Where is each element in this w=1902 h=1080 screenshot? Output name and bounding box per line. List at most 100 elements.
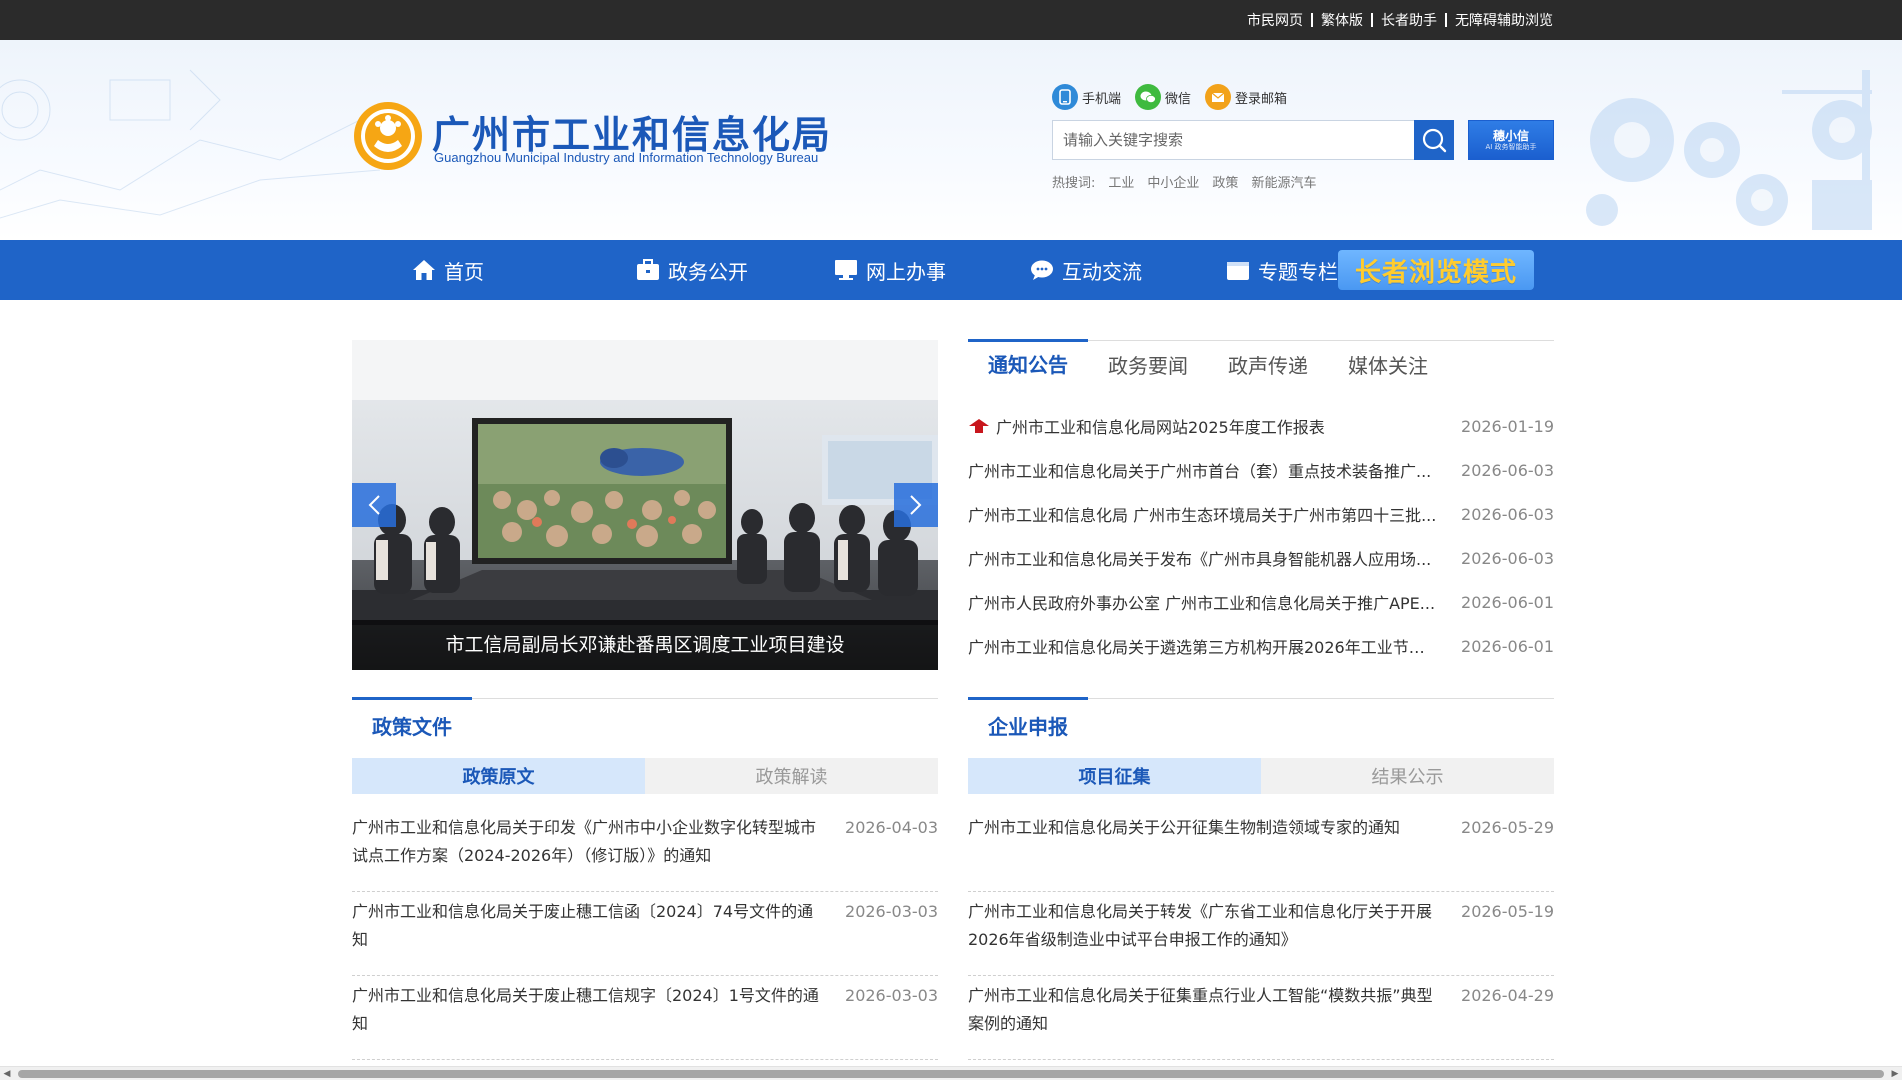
scroll-left-icon[interactable]: ◀: [0, 1067, 14, 1080]
list-item[interactable]: 广州市工业和信息化局 广州市生态环境局关于广州市第四十三批... 2026-06…: [968, 492, 1554, 536]
list-item[interactable]: 广州市工业和信息化局关于遴选第三方机构开展2026年工业节能... 2026-0…: [968, 624, 1554, 668]
carousel-caption[interactable]: 市工信局副局长邓谦赴番禺区调度工业项目建设: [352, 620, 938, 670]
chevron-right-icon: [910, 495, 922, 515]
news-title: 广州市工业和信息化局关于广州市首台（套）重点技术装备推广...: [968, 458, 1438, 482]
nav-government-affairs[interactable]: 政务公开: [592, 240, 792, 300]
site-header: 广州市工业和信息化局 Guangzhou Municipal Industry …: [0, 40, 1902, 240]
divider: [1371, 13, 1373, 27]
header-decoration-gears: [1586, 70, 1872, 230]
tab-notices[interactable]: 通知公告: [968, 339, 1088, 385]
citizen-page-link[interactable]: 市民网页: [1247, 10, 1303, 30]
wechat-icon: [1135, 84, 1162, 110]
carousel-prev-button[interactable]: [352, 483, 396, 527]
enterprise-tabs: 项目征集 结果公示: [968, 758, 1554, 794]
carousel-next-button[interactable]: [894, 483, 938, 527]
scroll-right-icon[interactable]: ▶: [1888, 1067, 1902, 1080]
news-title-text: 广州市工业和信息化局关于广州市首台（套）重点技术装备推广...: [968, 462, 1432, 481]
list-item[interactable]: 广州市工业和信息化局关于公开征集生物制造领域专家的通知 2026-05-29: [968, 808, 1554, 892]
hot-search-words: 热搜词: 工业 中小企业 政策 新能源汽车: [1052, 172, 1316, 191]
enterprise-section-title[interactable]: 企业申报: [988, 711, 1068, 740]
tab-project-collection[interactable]: 项目征集: [968, 758, 1261, 794]
mail-login-link[interactable]: 登录邮箱: [1205, 84, 1287, 110]
site-logo[interactable]: 广州市工业和信息化局 Guangzhou Municipal Industry …: [352, 100, 852, 180]
ai-assistant-sublabel: AI 政务智能助手: [1485, 142, 1537, 151]
tab-voice[interactable]: 政声传递: [1208, 341, 1328, 387]
wechat-link-label: 微信: [1165, 91, 1192, 107]
enterprise-section: 企业申报 项目征集 结果公示 广州市工业和信息化局关于公开征集生物制造领域专家的…: [968, 697, 1554, 1080]
enterprise-section-header: 企业申报: [968, 697, 1554, 746]
news-date: 2026-06-01: [1461, 592, 1554, 612]
hotword-link[interactable]: 中小企业: [1147, 172, 1199, 191]
news-title-text: 广州市人民政府外事办公室 广州市工业和信息化局关于推广APE...: [968, 594, 1436, 613]
list-item[interactable]: 广州市人民政府外事办公室 广州市工业和信息化局关于推广APE... 2026-0…: [968, 580, 1554, 624]
policy-date: 2026-04-03: [845, 818, 938, 837]
policy-tabs: 政策原文 政策解读: [352, 758, 938, 794]
tab-policy-interpretation[interactable]: 政策解读: [645, 758, 938, 794]
news-date: 2026-06-03: [1461, 460, 1554, 480]
nav-interaction[interactable]: 互动交流: [988, 240, 1184, 300]
news-title-text: 广州市工业和信息化局网站2025年度工作报表: [996, 418, 1325, 437]
hotword-link[interactable]: 新能源汽车: [1251, 172, 1316, 191]
wechat-link[interactable]: 微信: [1135, 84, 1191, 110]
news-date: 2026-06-03: [1461, 504, 1554, 524]
nav-online-services[interactable]: 网上办事: [792, 240, 988, 300]
nav-interaction-label: 互动交流: [1062, 259, 1142, 284]
list-item[interactable]: 广州市工业和信息化局关于广州市首台（套）重点技术装备推广... 2026-06-…: [968, 448, 1554, 492]
list-item[interactable]: 广州市工业和信息化局关于印发《广州市中小企业数字化转型城市试点工作方案（2024…: [352, 808, 938, 892]
mail-login-label: 登录邮箱: [1235, 91, 1288, 107]
news-title: 广州市工业和信息化局 广州市生态环境局关于广州市第四十三批...: [968, 502, 1438, 526]
policy-date: 2026-03-03: [845, 902, 938, 921]
nav-special-topics-label: 专题专栏: [1258, 259, 1338, 284]
enterprise-date: 2026-05-19: [1461, 902, 1554, 921]
chevron-left-icon: [368, 495, 380, 515]
news-title-text: 广州市工业和信息化局关于遴选第三方机构开展2026年工业节能...: [968, 638, 1438, 657]
news-title: 广州市工业和信息化局网站2025年度工作报表: [968, 414, 1438, 438]
list-item[interactable]: 广州市工业和信息化局关于废止穗工信规字〔2024〕1号文件的通知 2026-03…: [352, 976, 938, 1060]
news-title: 广州市工业和信息化局关于发布《广州市具身智能机器人应用场...: [968, 546, 1438, 570]
elder-mode-button[interactable]: 长者浏览模式: [1338, 250, 1534, 290]
folder-icon: [1227, 262, 1249, 280]
news-carousel[interactable]: 市工信局副局长邓谦赴番禺区调度工业项目建设: [352, 340, 938, 670]
search-button[interactable]: [1414, 120, 1454, 160]
policy-title: 广州市工业和信息化局关于废止穗工信函〔2024〕74号文件的通知: [352, 902, 814, 949]
hotword-link[interactable]: 工业: [1108, 172, 1134, 191]
traditional-chinese-link[interactable]: 繁体版: [1321, 10, 1363, 30]
policy-title: 广州市工业和信息化局关于印发《广州市中小企业数字化转型城市试点工作方案（2024…: [352, 818, 817, 865]
elder-assistant-link[interactable]: 长者助手: [1381, 10, 1437, 30]
news-date: 2026-06-03: [1461, 548, 1554, 568]
nav-home[interactable]: 首页: [412, 240, 592, 300]
list-item[interactable]: 广州市工业和信息化局网站2025年度工作报表 2026-01-19: [968, 404, 1554, 448]
mobile-link-label: 手机端: [1082, 91, 1122, 107]
tab-media[interactable]: 媒体关注: [1328, 341, 1448, 387]
mobile-link[interactable]: 手机端: [1052, 84, 1121, 110]
search-input[interactable]: [1053, 121, 1415, 159]
policy-list: 广州市工业和信息化局关于印发《广州市中小企业数字化转型城市试点工作方案（2024…: [352, 808, 938, 1060]
section-accent-bar: [352, 697, 472, 700]
tab-result-publicity[interactable]: 结果公示: [1261, 758, 1554, 794]
list-item[interactable]: 广州市工业和信息化局关于转发《广东省工业和信息化厅关于开展2026年省级制造业中…: [968, 892, 1554, 976]
policy-section-title[interactable]: 政策文件: [372, 711, 452, 740]
hotword-link[interactable]: 政策: [1212, 172, 1238, 191]
accessibility-link[interactable]: 无障碍辅助浏览: [1455, 10, 1553, 30]
ai-assistant-button[interactable]: 穗小信 AI 政务智能助手: [1468, 120, 1554, 160]
pinned-icon: [969, 419, 989, 433]
top-utility-bar: 市民网页 繁体版 长者助手 无障碍辅助浏览: [0, 0, 1902, 40]
tab-government-news[interactable]: 政务要闻: [1088, 341, 1208, 387]
top-utility-links: 市民网页 繁体版 长者助手 无障碍辅助浏览: [1247, 0, 1553, 40]
search-box: [1052, 120, 1454, 160]
policy-date: 2026-03-03: [845, 986, 938, 1005]
scrollbar-thumb[interactable]: [18, 1070, 1884, 1078]
list-item[interactable]: 广州市工业和信息化局关于征集重点行业人工智能“模数共振”典型案例的通知 2026…: [968, 976, 1554, 1060]
news-tabs: 通知公告 政务要闻 政声传递 媒体关注: [968, 339, 1554, 387]
policy-section-header: 政策文件: [352, 697, 938, 746]
list-item[interactable]: 广州市工业和信息化局关于废止穗工信函〔2024〕74号文件的通知 2026-03…: [352, 892, 938, 976]
home-icon: [413, 260, 435, 280]
policy-title: 广州市工业和信息化局关于废止穗工信规字〔2024〕1号文件的通知: [352, 986, 819, 1033]
tab-policy-original[interactable]: 政策原文: [352, 758, 645, 794]
news-date: 2026-01-19: [1461, 416, 1554, 436]
main-nav-items: 首页 政务公开 网上办事 互动交流 专题专栏: [412, 240, 1380, 300]
enterprise-title: 广州市工业和信息化局关于公开征集生物制造领域专家的通知: [968, 818, 1401, 837]
horizontal-scrollbar[interactable]: ◀ ▶: [0, 1066, 1902, 1080]
list-item[interactable]: 广州市工业和信息化局关于发布《广州市具身智能机器人应用场... 2026-06-…: [968, 536, 1554, 580]
ai-assistant-label: 穗小信: [1492, 128, 1529, 143]
